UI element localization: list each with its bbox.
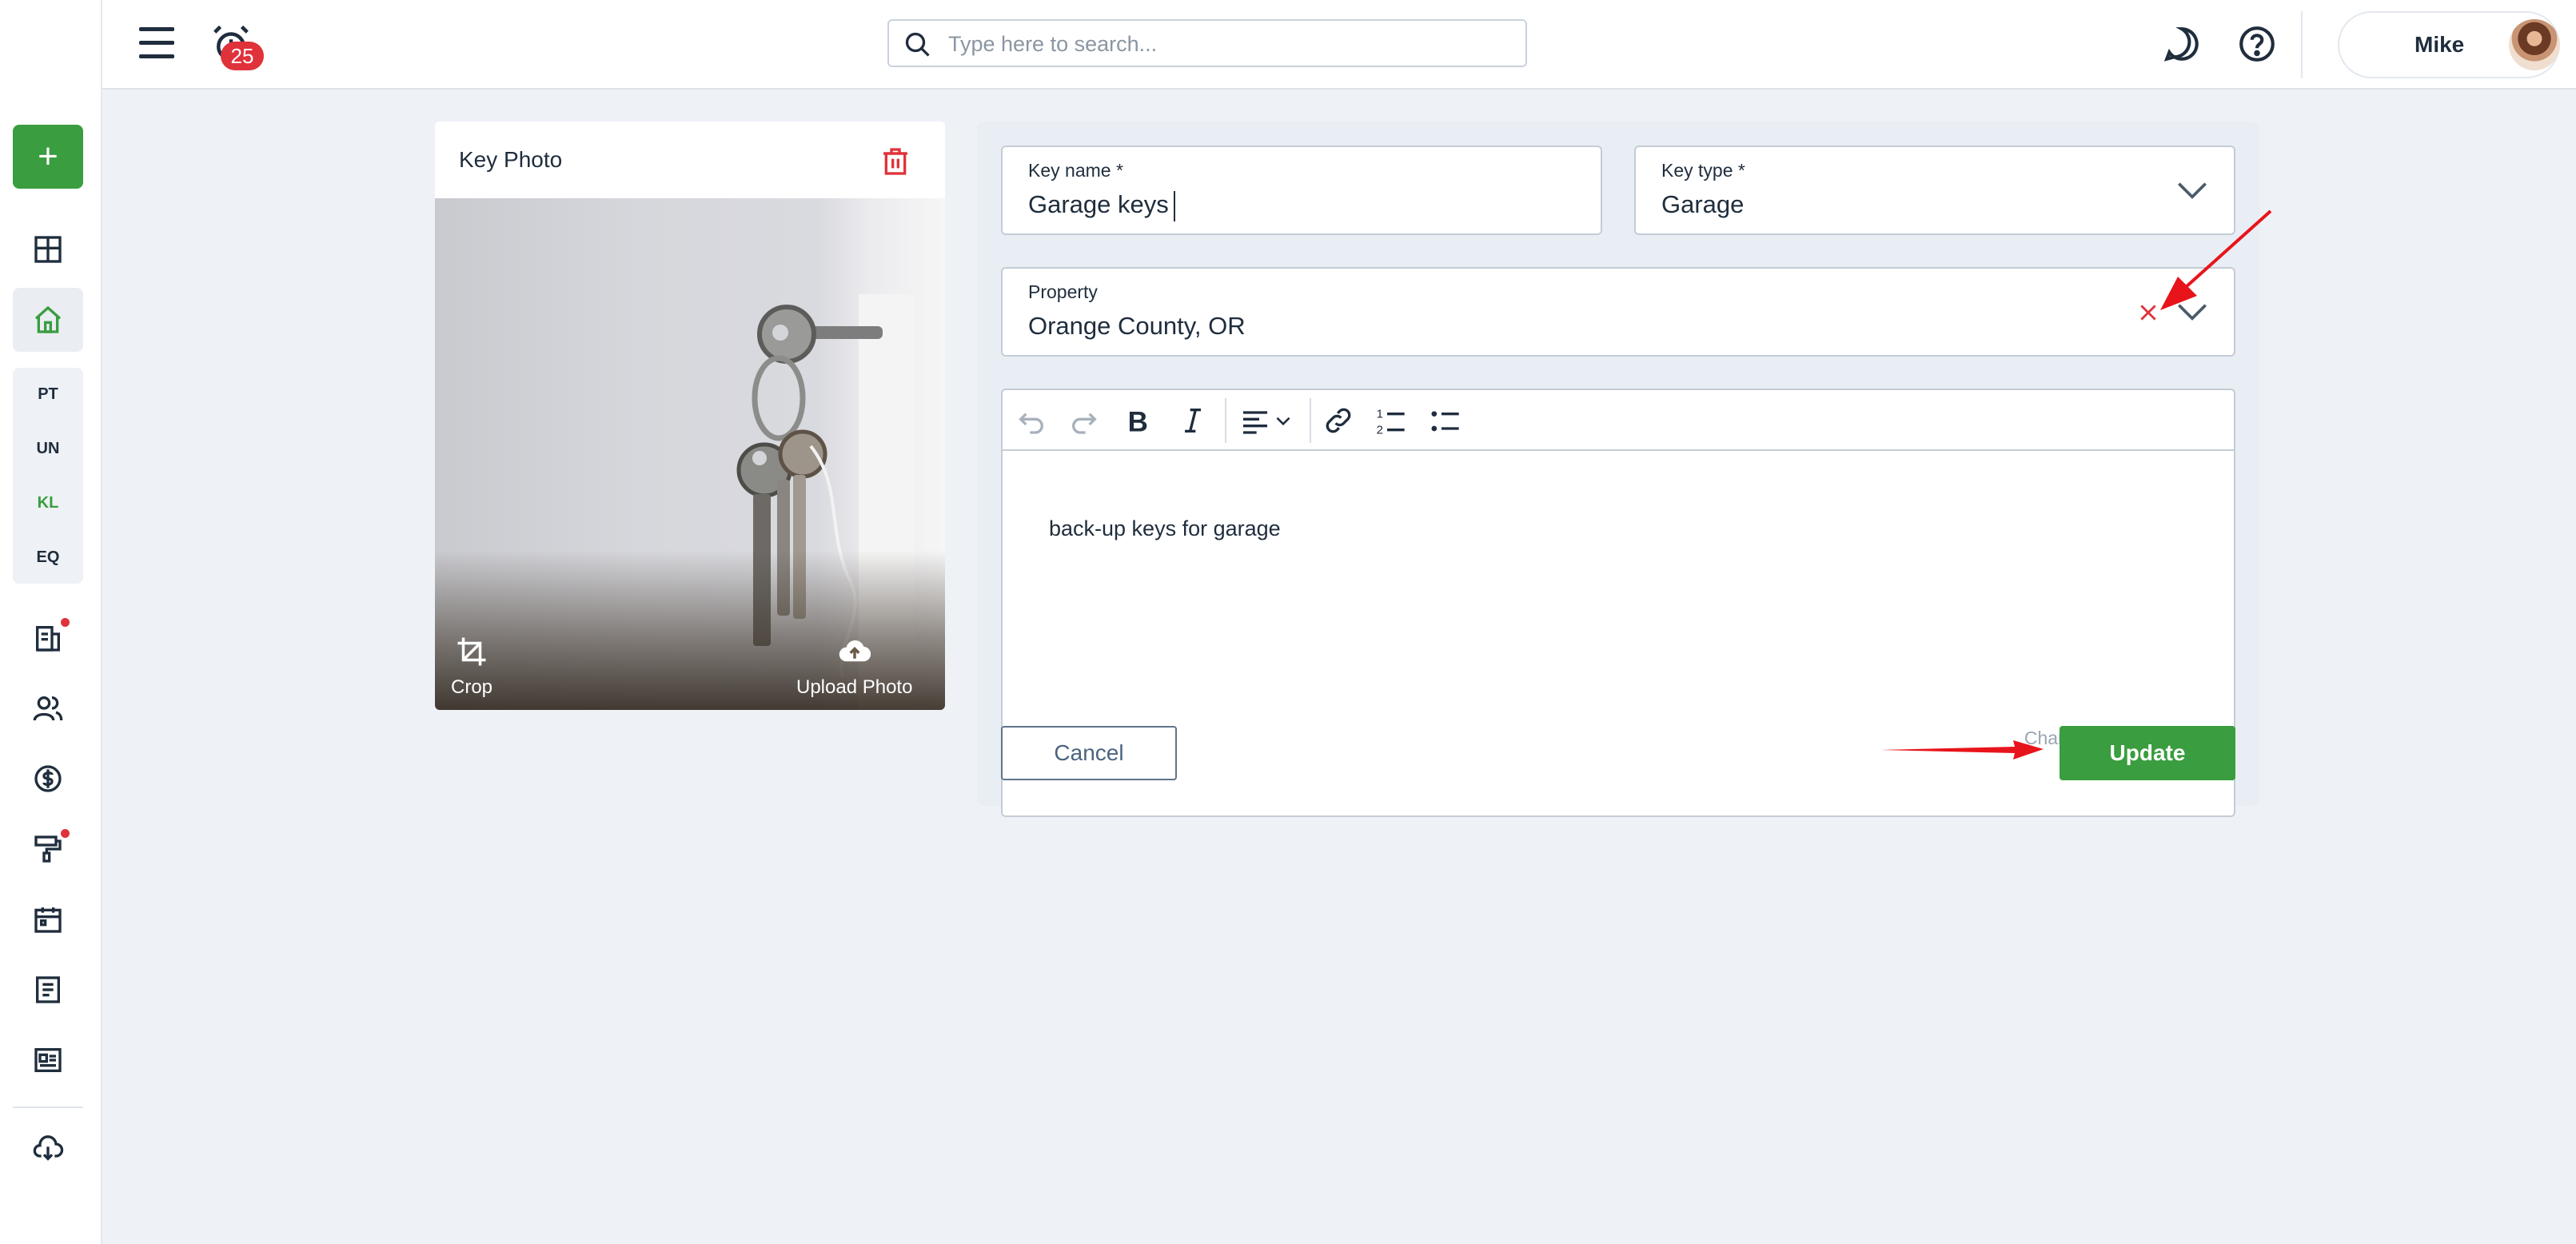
upload-photo-label: Upload Photo xyxy=(796,676,913,698)
crop-icon xyxy=(457,637,486,666)
properties-submenu: PT UN KL EQ xyxy=(13,368,83,584)
dashboard-icon[interactable] xyxy=(13,217,83,281)
key-type-value: Garage xyxy=(1661,190,1745,218)
key-name-input[interactable]: Garage keys xyxy=(1028,190,1175,221)
description-text[interactable]: back-up keys for garage xyxy=(1049,516,1281,541)
chat-icon[interactable] xyxy=(2162,24,2202,64)
crop-label: Crop xyxy=(451,676,493,698)
search-input[interactable] xyxy=(948,27,1508,61)
dollar-icon[interactable] xyxy=(13,747,83,811)
key-name-field[interactable]: Key name * Garage keys xyxy=(1001,146,1602,235)
submenu-item-un[interactable]: UN xyxy=(13,429,83,468)
cloud-upload-icon xyxy=(839,640,871,662)
bullet-list-icon[interactable] xyxy=(1430,405,1461,437)
avatar xyxy=(2509,19,2560,70)
key-photo: Crop Upload Photo xyxy=(435,198,945,710)
svg-text:1: 1 xyxy=(1377,408,1383,421)
notification-dot xyxy=(61,829,70,838)
sidebar-divider xyxy=(13,1106,83,1108)
redo-icon[interactable] xyxy=(1068,405,1100,437)
property-select[interactable]: Property Orange County, OR xyxy=(1001,267,2235,357)
toolbar-separator xyxy=(1310,398,1311,443)
editor-toolbar: B 12 xyxy=(1003,390,2234,451)
notification-dot xyxy=(61,618,70,627)
submenu-item-eq[interactable]: EQ xyxy=(13,537,83,577)
align-left-icon[interactable] xyxy=(1239,405,1271,437)
menu-icon[interactable] xyxy=(139,27,174,59)
key-photo-card: Key Photo Crop Upload Photo xyxy=(435,122,945,710)
header-separator xyxy=(2301,11,2303,78)
svg-text:B: B xyxy=(1128,406,1148,437)
cloud-download-icon[interactable] xyxy=(13,1116,83,1180)
key-name-label: Key name * xyxy=(1028,160,1123,181)
upload-photo-button[interactable]: Upload Photo xyxy=(796,635,912,699)
help-icon[interactable] xyxy=(2237,24,2277,64)
chevron-down-icon[interactable] xyxy=(1273,405,1294,437)
photo-card-title: Key Photo xyxy=(459,147,563,172)
search-box[interactable] xyxy=(887,19,1527,67)
toolbar-separator xyxy=(1225,398,1226,443)
trash-icon[interactable] xyxy=(879,144,911,179)
home-icon[interactable] xyxy=(13,288,83,352)
key-type-select[interactable]: Key type * Garage xyxy=(1634,146,2235,235)
svg-text:2: 2 xyxy=(1377,424,1383,437)
update-button[interactable]: Update xyxy=(2060,726,2235,780)
user-menu[interactable]: Mike xyxy=(2338,11,2560,78)
cancel-button[interactable]: Cancel xyxy=(1001,726,1177,780)
notification-badge: 25 xyxy=(221,42,264,70)
top-header: 25 Mike xyxy=(102,0,2576,90)
chevron-down-icon[interactable] xyxy=(2176,181,2208,200)
bold-icon[interactable]: B xyxy=(1123,405,1154,437)
add-button[interactable]: + xyxy=(13,125,83,189)
property-label: Property xyxy=(1028,281,1098,302)
listing-icon[interactable] xyxy=(13,1028,83,1092)
key-form-card: Key name * Garage keys Key type * Garage… xyxy=(977,122,2259,817)
calendar-icon[interactable] xyxy=(13,887,83,951)
search-icon xyxy=(905,32,930,57)
document-icon[interactable] xyxy=(13,958,83,1022)
paint-roller-icon[interactable] xyxy=(13,817,83,881)
submenu-item-pt[interactable]: PT xyxy=(13,374,83,414)
numbered-list-icon[interactable]: 12 xyxy=(1375,405,1407,437)
people-icon[interactable] xyxy=(13,676,83,740)
undo-icon[interactable] xyxy=(1015,405,1047,437)
submenu-item-kl[interactable]: KL xyxy=(13,483,83,523)
key-type-label: Key type * xyxy=(1661,160,1745,181)
reports-icon[interactable] xyxy=(13,606,83,670)
annotation-arrow-icon xyxy=(2160,209,2272,310)
description-editor: B 12 back-up keys for garage Character l… xyxy=(1001,389,2235,817)
user-name: Mike xyxy=(2415,32,2465,57)
crop-button[interactable]: Crop xyxy=(451,635,492,699)
property-value: Orange County, OR xyxy=(1028,312,1246,340)
italic-icon[interactable] xyxy=(1177,405,1209,437)
sidebar: + PT UN KL EQ xyxy=(0,0,102,1244)
link-icon[interactable] xyxy=(1322,405,1354,437)
annotation-arrow-icon xyxy=(1880,740,2044,760)
